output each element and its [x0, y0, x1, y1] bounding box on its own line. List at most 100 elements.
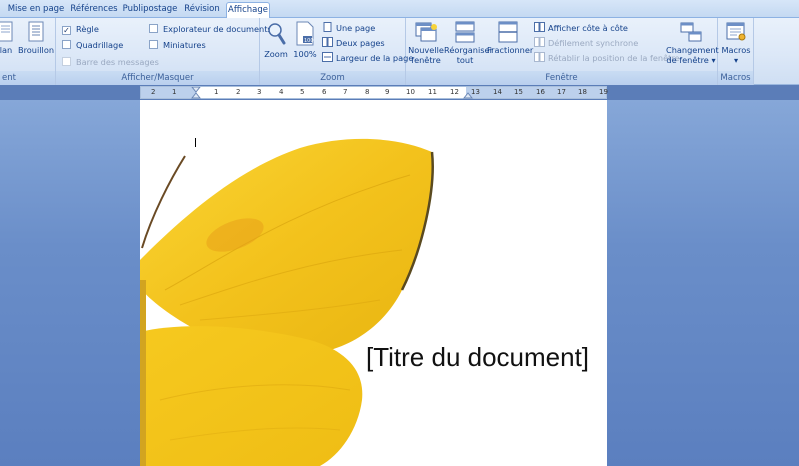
- new-window-label-2: fenêtre: [411, 55, 441, 65]
- tab-mise-en-page[interactable]: Mise en page: [6, 2, 66, 18]
- message-bar-checkbox[interactable]: Barre des messages: [62, 55, 159, 69]
- ruler-tick: 19: [599, 88, 608, 96]
- draft-label: Brouillon: [18, 45, 55, 55]
- draft-icon: [28, 21, 44, 42]
- thumbnails-checkbox-label: Miniatures: [163, 40, 206, 50]
- one-page-icon: [323, 22, 332, 32]
- group-show-hide: ✓ Règle Quadrillage Barre des messages Ex…: [56, 18, 272, 85]
- ruler-checkbox-box[interactable]: ✓: [62, 26, 71, 35]
- ruler-tick: 6: [322, 88, 327, 96]
- tab-affichage[interactable]: Affichage: [226, 2, 270, 19]
- magnifier-icon: [268, 23, 286, 45]
- ruler-tick: 9: [385, 88, 390, 96]
- reset-window-position-button[interactable]: Rétablir la position de la fenêtre: [534, 51, 680, 65]
- synchronous-scrolling-label: Défilement synchrone: [548, 38, 639, 48]
- gridlines-checkbox-label: Quadrillage: [76, 40, 124, 50]
- group-document-views: lan Brouillon ent: [0, 18, 56, 85]
- page-width-label: Largeur de la page: [336, 53, 414, 63]
- message-bar-checkbox-label: Barre des messages: [76, 57, 159, 67]
- new-window-label-1: Nouvelle: [408, 45, 444, 55]
- ruler-tick: 16: [536, 88, 545, 96]
- group-show-hide-label: Afficher/Masquer: [56, 71, 259, 85]
- thumbnails-checkbox[interactable]: Miniatures: [149, 38, 206, 52]
- macros-button[interactable]: Macros ▾: [719, 21, 753, 65]
- gridlines-checkbox-box[interactable]: [62, 40, 71, 49]
- two-pages-button[interactable]: Deux pages: [322, 36, 385, 50]
- ruler-tick: 1: [172, 88, 177, 96]
- ruler-tick: 2: [151, 88, 156, 96]
- ruler-tick: 15: [514, 88, 523, 96]
- side-by-side-icon: [534, 22, 545, 32]
- web-layout-button[interactable]: lan: [0, 21, 14, 55]
- ruler-tick: 4: [279, 88, 284, 96]
- gridlines-checkbox[interactable]: Quadrillage: [62, 38, 123, 52]
- ruler-tick: 1: [214, 88, 219, 96]
- document-map-checkbox-box[interactable]: [149, 24, 158, 33]
- zoom-label: Zoom: [264, 49, 288, 59]
- ruler-tick: 3: [257, 88, 262, 96]
- document-page[interactable]: [Titre du document]: [140, 100, 607, 466]
- group-zoom: Zoom 100 100% Une page Deux pages Largeu…: [260, 18, 413, 85]
- ruler-tick: 8: [365, 88, 370, 96]
- macros-label: Macros: [721, 45, 751, 55]
- ruler-checkbox-label: Règle: [76, 24, 99, 34]
- two-pages-label: Deux pages: [336, 38, 385, 48]
- macros-icon: [726, 22, 746, 41]
- zoom-100-label: 100%: [293, 49, 317, 59]
- document-title-placeholder[interactable]: [Titre du document]: [366, 342, 589, 373]
- horizontal-ruler[interactable]: 2 1 1 2 3 4 5 6 7 8 9 10 11 12 13 14 15 …: [140, 86, 608, 99]
- draft-button[interactable]: Brouillon: [18, 21, 54, 55]
- ruler-tick: 12: [450, 88, 459, 96]
- split-button[interactable]: Fractionner: [487, 21, 533, 55]
- thumbnails-checkbox-box[interactable]: [149, 40, 158, 49]
- ruler-left-margin: [141, 87, 196, 98]
- new-window-button[interactable]: Nouvelle fenêtre: [408, 21, 444, 65]
- zoom-button[interactable]: Zoom: [264, 21, 288, 59]
- document-map-checkbox-label: Explorateur de documents: [163, 24, 272, 34]
- group-views-label: ent: [0, 71, 55, 85]
- ruler-tick: 2: [236, 88, 241, 96]
- one-page-button[interactable]: Une page: [322, 21, 375, 35]
- web-layout-icon: [0, 21, 13, 42]
- synchronous-scrolling-button[interactable]: Défilement synchrone: [534, 36, 638, 50]
- tab-references[interactable]: Références: [68, 2, 120, 18]
- ruler-tick: 10: [406, 88, 415, 96]
- ruler-checkbox[interactable]: ✓ Règle: [62, 22, 99, 36]
- ruler-tick: 18: [578, 88, 587, 96]
- tab-publipostage[interactable]: Publipostage: [122, 2, 178, 18]
- side-by-side-button[interactable]: Afficher côte à côte: [534, 21, 628, 35]
- macros-dropdown-icon: ▾: [733, 55, 739, 65]
- document-map-checkbox[interactable]: Explorateur de documents: [149, 22, 272, 36]
- group-zoom-label: Zoom: [260, 71, 405, 85]
- new-window-icon: [415, 22, 437, 42]
- reset-window-position-icon: [534, 52, 545, 62]
- ruler-tick: 17: [557, 88, 566, 96]
- butterfly-image[interactable]: [140, 100, 440, 466]
- synchronous-scrolling-icon: [534, 37, 545, 47]
- arrange-all-button[interactable]: Réorganiser tout: [444, 21, 493, 65]
- switch-windows-label-1: Changement: [666, 45, 719, 55]
- ruler-indent-marker-icon[interactable]: [191, 87, 201, 99]
- page-width-button[interactable]: Largeur de la page: [322, 51, 413, 65]
- one-page-label: Une page: [336, 23, 376, 33]
- zoom-100-button[interactable]: 100 100%: [292, 21, 318, 59]
- web-layout-label: lan: [0, 45, 13, 55]
- ruler-tick: 14: [493, 88, 502, 96]
- arrange-all-label-2: tout: [456, 55, 474, 65]
- page-100-icon: 100: [296, 21, 314, 46]
- message-bar-checkbox-box[interactable]: [62, 57, 71, 66]
- ruler-tick: 7: [343, 88, 348, 96]
- page-width-icon: [322, 52, 333, 62]
- switch-windows-label-2: de fenêtre: [666, 55, 709, 65]
- switch-windows-button[interactable]: Changement de fenêtre ▾: [666, 21, 719, 65]
- svg-text:100: 100: [304, 38, 314, 44]
- ruler-tick: 5: [300, 88, 305, 96]
- ruler-right-indent-marker-icon[interactable]: [463, 92, 473, 99]
- switch-windows-icon: [680, 22, 702, 42]
- switch-windows-dropdown-icon: ▾: [711, 55, 716, 65]
- group-macros-label: Macros: [718, 71, 753, 85]
- group-window: Nouvelle fenêtre Réorganiser tout Fracti…: [406, 18, 719, 85]
- split-label: Fractionner: [487, 45, 534, 55]
- reset-window-position-label: Rétablir la position de la fenêtre: [548, 53, 680, 63]
- tab-revision[interactable]: Révision: [180, 2, 224, 18]
